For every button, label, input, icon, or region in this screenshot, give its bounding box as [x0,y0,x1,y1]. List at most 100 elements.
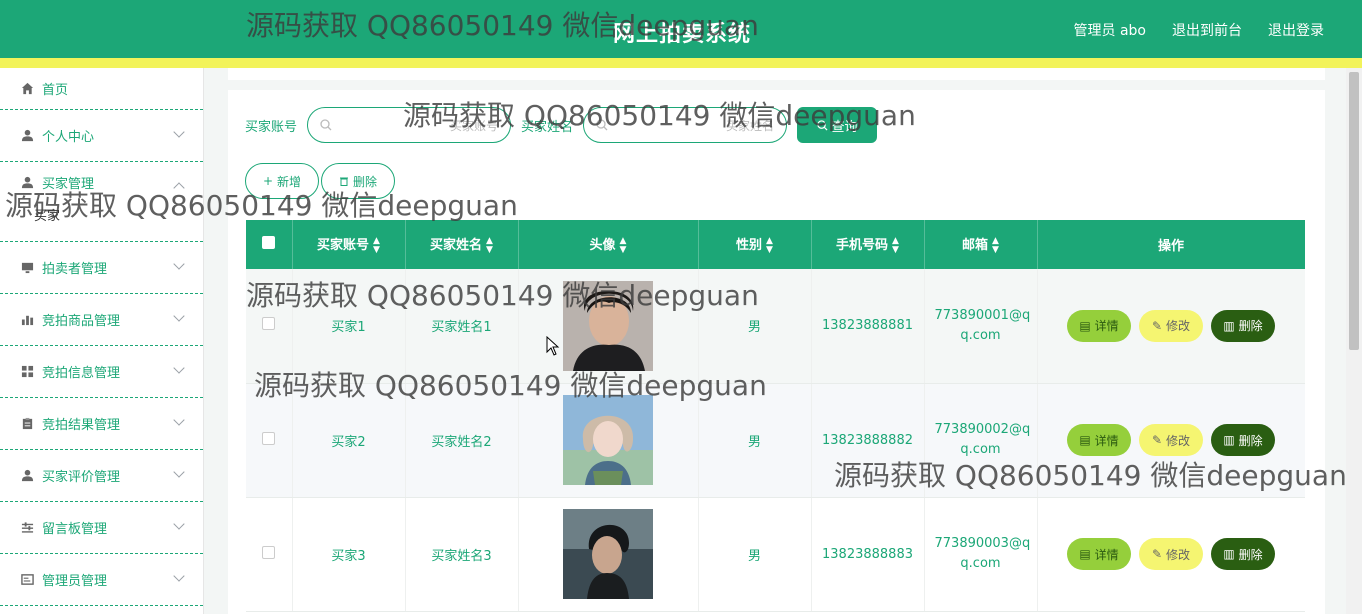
top-header: 网上拍卖系统 管理员 abo 退出到前台 退出登录 [0,0,1362,68]
edit-button[interactable]: ✎ 修改 [1139,538,1203,570]
delete-button[interactable]: ▥ 删除 [1211,309,1275,342]
table-header-row: 买家账号 ▲ ▼ 买家姓名 ▲ ▼ 头像 ▲ ▼ 性别 ▲ ▼ 手机号码 ▲ ▼ 邮箱 ▲ ▼ 操作 [246,220,1305,269]
plus-icon: + [262,174,274,188]
sort-icon[interactable]: ▲ ▼ [373,236,380,255]
sidebar-item-personal-center[interactable]: 个人中心 [0,110,203,162]
exit-to-front-link[interactable]: 退出到前台 [1172,20,1242,40]
chevron-down-icon [173,126,185,138]
col-header-phone[interactable]: 手机号码 ▲ ▼ [811,220,925,269]
col-header-account[interactable]: 买家账号 ▲ ▼ [292,220,406,269]
detail-button[interactable]: ▤ 详情 [1067,538,1131,570]
col-header-gender[interactable]: 性别 ▲ ▼ [698,220,812,269]
page-scrollbar[interactable] [1346,68,1362,614]
scrollbar-thumb[interactable] [1349,72,1359,350]
cell-gender: 男 [698,269,812,384]
sidebar-item-label: 竞拍商品管理 [42,314,121,329]
detail-button[interactable]: ▤ 详情 [1067,309,1131,342]
name-placeholder: 买家姓名 [726,118,775,133]
table-row: 买家2 买家姓名2 男 13823888882 773890002@q q.co… [246,383,1305,498]
edit-button[interactable]: ✎ 修改 [1139,309,1203,342]
row-checkbox[interactable] [262,317,276,331]
select-all-cell[interactable] [246,220,293,269]
add-button[interactable]: + 新增 [245,163,319,199]
search-form: 买家账号 买家账号 买家姓名 买家姓名 查询 [245,107,878,143]
query-button[interactable]: 查询 [797,107,878,143]
cell-name: 买家姓名1 [405,269,519,384]
buyer-table: 买家账号 ▲ ▼ 买家姓名 ▲ ▼ 头像 ▲ ▼ 性别 ▲ ▼ 手机号码 ▲ ▼ 邮箱 ▲ ▼ 操作 买… [246,220,1305,614]
detail-icon: ▤ [1079,318,1091,333]
cell-ops: ▤ 详情 ✎ 修改 ▥ 删除 [1037,497,1305,612]
mouse-cursor-icon [546,336,560,356]
select-all-checkbox[interactable] [262,236,276,249]
header-links: 管理员 abo 退出到前台 退出登录 [1074,20,1324,40]
sort-icon[interactable]: ▲ ▼ [766,236,773,255]
cell-account: 买家1 [292,269,406,384]
header-accent-stripe [0,58,1362,68]
sidebar-item-label: 个人中心 [42,130,95,145]
sort-icon[interactable]: ▲ ▼ [620,236,627,255]
card-icon [20,573,34,587]
search-icon [596,119,608,131]
cell-email: 773890002@q q.com [924,383,1038,498]
cell-email: 773890003@q q.com [924,497,1038,612]
user-icon [20,469,34,483]
avatar [563,395,653,485]
app-title: 网上拍卖系统 [613,22,752,47]
edit-icon: ✎ [1151,318,1163,333]
sidebar-item-label: 留言板管理 [42,522,108,537]
batch-delete-button[interactable]: 删除 [321,163,395,199]
cell-avatar [518,383,699,498]
home-icon [20,82,34,96]
sidebar-item-label: 买家管理 [42,176,95,192]
sidebar-subitem-buyer[interactable]: 买家 [0,202,203,242]
row-checkbox[interactable] [262,431,276,445]
sidebar-item-auction-info[interactable]: 竞拍信息管理 [0,346,203,398]
name-search-input[interactable]: 买家姓名 [583,107,788,143]
cell-avatar [518,497,699,612]
chevron-down-icon [173,570,185,582]
sidebar-item-buyer-management[interactable]: 买家管理 [0,162,203,202]
edit-icon: ✎ [1151,547,1163,561]
chevron-down-icon [173,414,185,426]
cell-email: 773890001@q q.com [924,269,1038,384]
sidebar-item-admin-management[interactable]: 管理员管理 [0,554,203,606]
edit-button[interactable]: ✎ 修改 [1139,424,1203,456]
admin-user-label[interactable]: 管理员 abo [1074,20,1146,40]
sidebar: 首页 个人中心 买家管理 买家 拍卖者管理 竞拍商品管理 竞拍信息管理 竞拍结果… [0,68,204,614]
sort-icon[interactable]: ▲ ▼ [992,236,999,255]
sidebar-item-label: 竞拍结果管理 [42,418,121,433]
logout-link[interactable]: 退出登录 [1268,20,1324,40]
sort-icon[interactable]: ▲ ▼ [892,236,899,255]
name-label: 买家姓名 [521,119,574,135]
col-header-name[interactable]: 买家姓名 ▲ ▼ [405,220,519,269]
chevron-down-icon [173,258,185,270]
detail-icon: ▤ [1079,547,1091,561]
breadcrumb-bar [228,68,1325,80]
sidebar-item-auction-goods[interactable]: 竞拍商品管理 [0,294,203,346]
delete-button[interactable]: ▥ 删除 [1211,424,1275,456]
chevron-down-icon [173,518,185,530]
delete-button[interactable]: ▥ 删除 [1211,538,1275,570]
trash-icon: ▥ [1223,547,1235,561]
sidebar-item-auction-result[interactable]: 竞拍结果管理 [0,398,203,450]
sidebar-item-home[interactable]: 首页 [0,68,203,110]
add-button-label: 新增 [277,174,302,189]
cell-gender: 男 [698,383,812,498]
avatar [563,509,653,599]
sort-icon[interactable]: ▲ ▼ [486,236,493,255]
account-search-input[interactable]: 买家账号 [307,107,512,143]
sidebar-item-message-board[interactable]: 留言板管理 [0,502,203,554]
col-header-avatar[interactable]: 头像 ▲ ▼ [518,220,699,269]
sidebar-item-seller-management[interactable]: 拍卖者管理 [0,242,203,294]
detail-button[interactable]: ▤ 详情 [1067,424,1131,456]
sidebar-item-label: 竞拍信息管理 [42,366,121,381]
sidebar-item-buyer-review[interactable]: 买家评价管理 [0,450,203,502]
chevron-down-icon [173,310,185,322]
row-checkbox[interactable] [262,545,276,559]
cell-avatar [518,269,699,384]
avatar [563,280,653,371]
account-placeholder: 买家账号 [450,118,499,133]
table-row: 买家1 买家姓名1 男 13823888881 773890001@q q.co… [246,269,1305,384]
col-header-email[interactable]: 邮箱 ▲ ▼ [924,220,1038,269]
edit-icon: ✎ [1151,433,1163,447]
